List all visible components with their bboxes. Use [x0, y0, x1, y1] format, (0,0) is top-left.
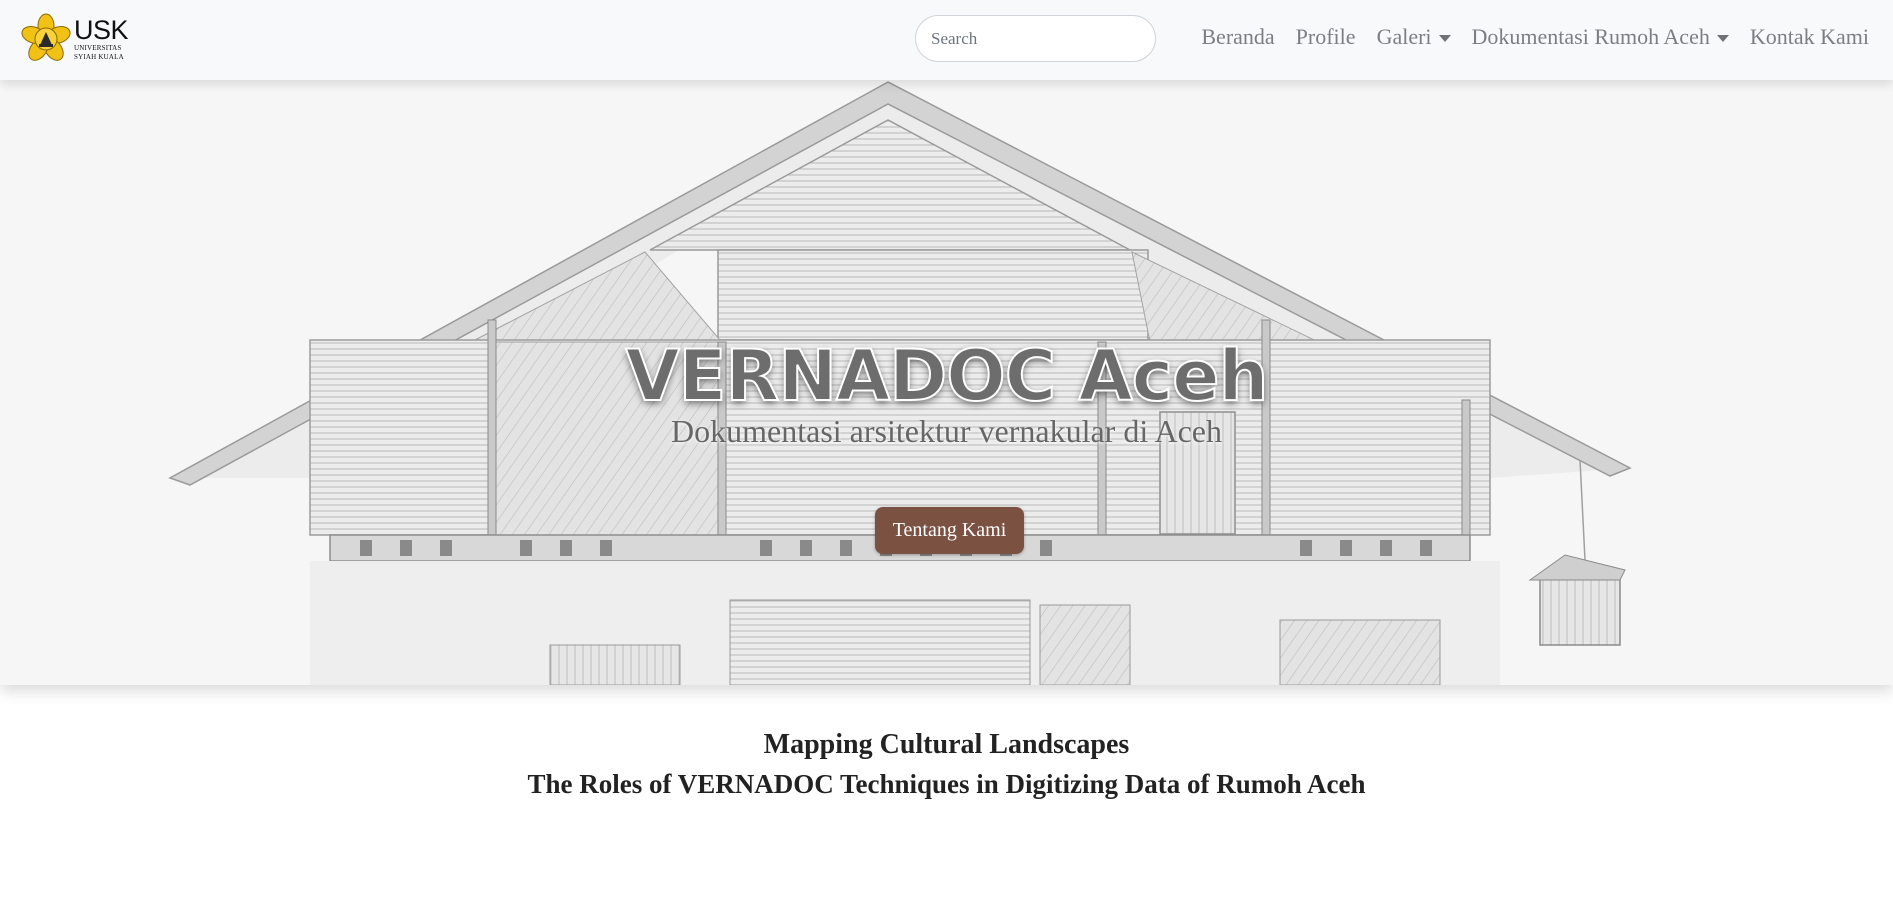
tentang-kami-button[interactable]: Tentang Kami [875, 507, 1024, 554]
nav-link-label: Beranda [1201, 24, 1275, 49]
nav-link-kontak[interactable]: Kontak Kami [1750, 24, 1869, 50]
nav-link-label: Dokumentasi Rumoh Aceh [1471, 24, 1710, 49]
hero-subtitle: Dokumentasi arsitektur vernakular di Ace… [671, 413, 1222, 449]
section-title: The Roles of VERNADOC Techniques in Digi… [527, 769, 1366, 799]
caret-down-icon [1438, 34, 1451, 42]
university-emblem-icon [21, 13, 71, 61]
navbar: USK UNIVERSITAS SYIAH KUALA Beranda Prof… [0, 0, 1893, 80]
caret-down-icon [1716, 34, 1729, 42]
brand-subtitle-line1: UNIVERSITAS [74, 44, 122, 53]
nav-dropdown-galeri[interactable]: Galeri [1377, 24, 1451, 50]
hero-banner: VERNADOC Aceh Dokumentasi arsitektur ver… [0, 80, 1893, 685]
nav-link-label: Kontak Kami [1749, 24, 1869, 49]
nav-link-profile[interactable]: Profile [1296, 24, 1356, 50]
nav-link-label: Galeri [1376, 24, 1432, 49]
nav-link-beranda[interactable]: Beranda [1201, 24, 1274, 50]
section-heading: Mapping Cultural Landscapes [763, 729, 1130, 760]
search-input[interactable] [915, 15, 1156, 62]
nav-link-label: Profile [1295, 24, 1356, 49]
brand-subtitle-line2: SYIAH KUALA [74, 52, 124, 61]
nav-menu: Beranda Profile Galeri Dokumentasi Rumoh… [1180, 0, 1869, 74]
brand-logo[interactable]: USK UNIVERSITAS SYIAH KUALA [20, 12, 129, 66]
hero-title: VERNADOC Aceh [625, 334, 1270, 418]
nav-dropdown-dokumentasi[interactable]: Dokumentasi Rumoh Aceh [1472, 24, 1729, 50]
brand-name: USK [74, 15, 129, 46]
